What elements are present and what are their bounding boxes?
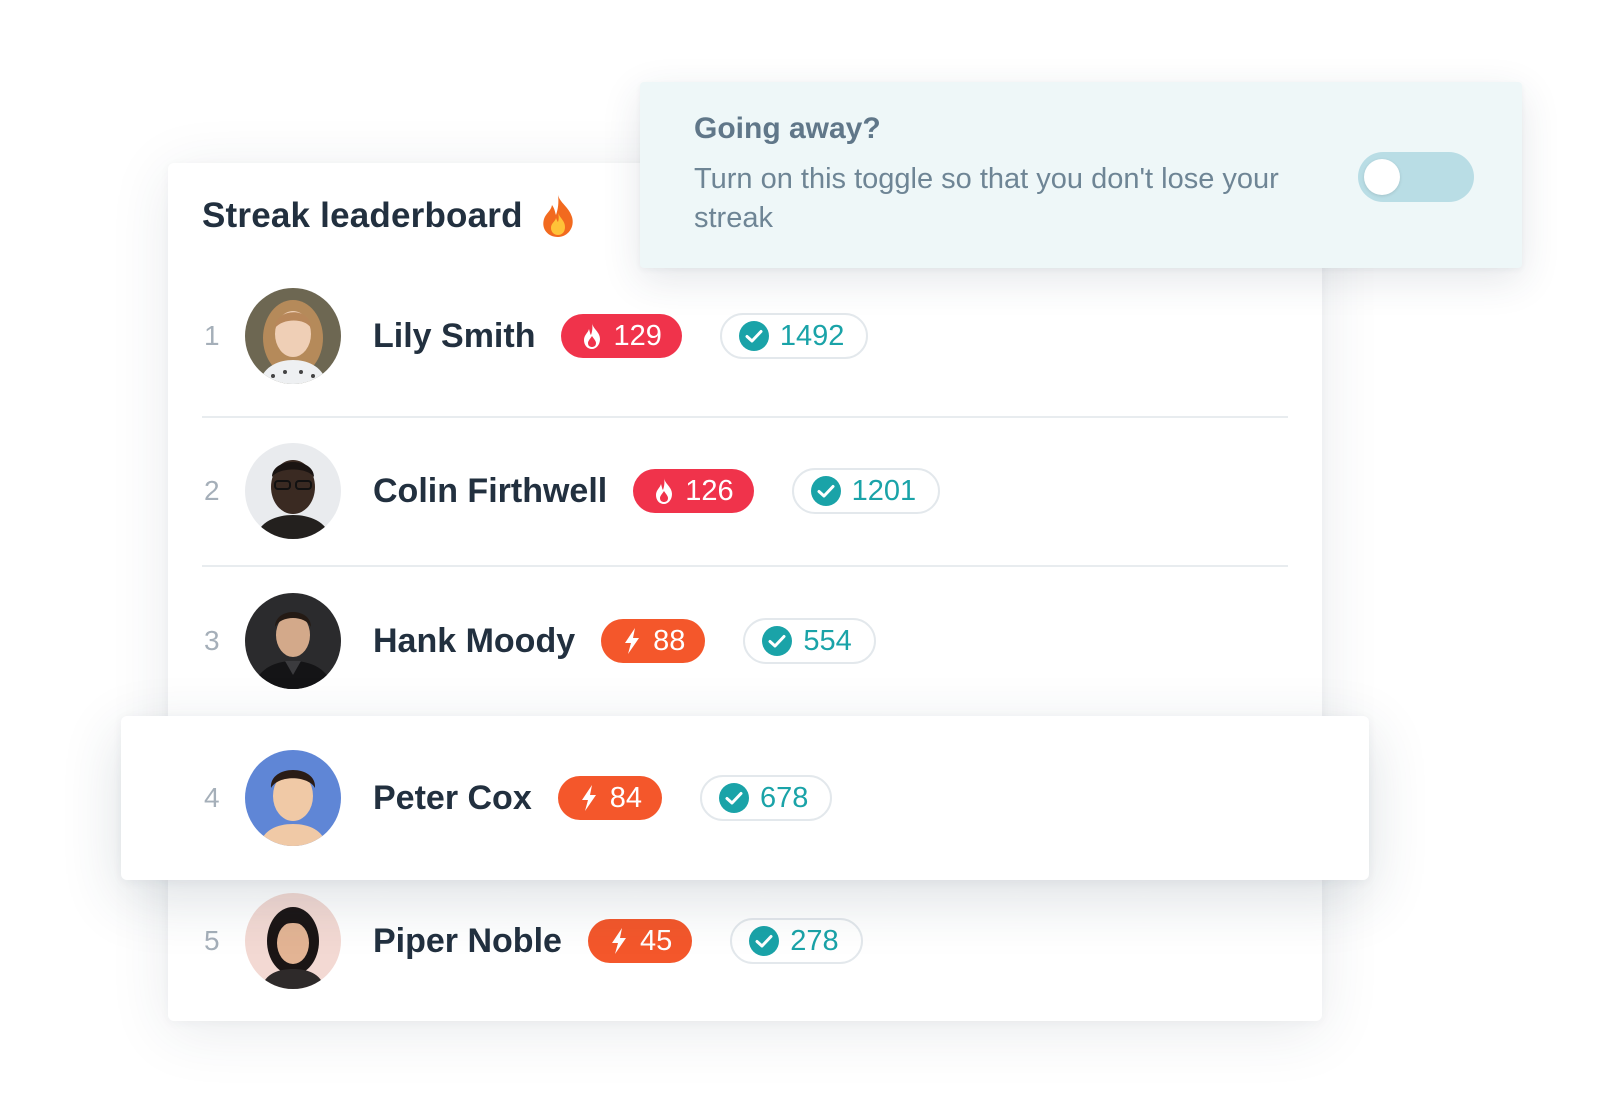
fire-icon [584, 323, 601, 349]
streak-badge: 45 [587, 919, 693, 963]
leaderboard-row-current-user[interactable]: 4 Peter Cox 84 678 [121, 716, 1369, 880]
avatar [245, 593, 341, 689]
check-circle-icon [719, 783, 749, 813]
check-circle-icon [749, 926, 780, 956]
check-circle-icon [762, 626, 793, 656]
bolt-icon [581, 785, 596, 811]
user-name[interactable]: Hank Moody [373, 622, 575, 661]
streak-count: 45 [639, 924, 673, 957]
streak-badge: 88 [601, 619, 706, 663]
streak-count: 129 [613, 319, 662, 352]
streak-badge: 126 [633, 469, 754, 513]
streak-count: 88 [653, 624, 686, 657]
check-circle-icon [810, 476, 841, 506]
check-circle-icon [738, 321, 769, 351]
leaderboard-title: Streak leaderboard [202, 190, 577, 242]
score-count: 278 [790, 924, 839, 957]
avatar [245, 893, 341, 989]
avatar [245, 750, 341, 846]
away-notice-body: Turn on this toggle so that you don't lo… [694, 163, 1279, 234]
row-info: Lily Smith 129 1492 [373, 313, 869, 359]
away-notice-title: Going away? [694, 112, 881, 145]
away-mode-toggle[interactable] [1358, 152, 1474, 202]
score-count: 1492 [779, 319, 845, 352]
score-count: 554 [803, 624, 852, 657]
row-info: Colin Firthwell 126 1201 [373, 468, 941, 514]
user-name[interactable]: Lily Smith [373, 317, 535, 356]
streak-badge: 129 [561, 314, 682, 358]
fire-icon [542, 195, 573, 237]
leaderboard-row[interactable]: 5 Piper Noble 45 278 [168, 866, 1322, 1016]
leaderboard-row[interactable]: 3 Hank Moody 88 554 [168, 566, 1322, 716]
toggle-knob [1364, 159, 1400, 195]
rank-number: 2 [204, 475, 220, 506]
score-count: 678 [760, 781, 809, 814]
score-badge: 1201 [791, 468, 941, 514]
leaderboard-row[interactable]: 1 Lily Smith 129 1492 [168, 261, 1322, 411]
score-count: 1201 [851, 474, 917, 507]
user-name[interactable]: Piper Noble [373, 922, 562, 961]
score-badge: 678 [700, 775, 833, 821]
fire-icon [656, 478, 673, 504]
score-badge: 278 [730, 918, 863, 964]
score-badge: 1492 [719, 313, 869, 359]
user-name[interactable]: Peter Cox [373, 779, 532, 818]
streak-count: 84 [609, 781, 642, 814]
streak-badge: 84 [557, 776, 662, 820]
score-badge: 554 [743, 618, 876, 664]
row-info: Piper Noble 45 278 [373, 918, 863, 964]
bolt-icon [625, 628, 640, 654]
avatar [245, 288, 341, 384]
leaderboard-row[interactable]: 2 Colin Firthwell 126 1201 [168, 416, 1322, 566]
rank-number: 4 [204, 782, 220, 813]
rank-number: 1 [204, 320, 220, 351]
avatar [245, 443, 341, 539]
bolt-icon [611, 928, 626, 954]
user-name[interactable]: Colin Firthwell [373, 472, 607, 511]
streak-count: 126 [685, 474, 734, 507]
rank-number: 5 [204, 925, 220, 956]
away-notice: Going away? Turn on this toggle so that … [640, 82, 1522, 268]
leaderboard-title-text: Streak leaderboard [202, 196, 523, 235]
row-info: Hank Moody 88 554 [373, 618, 876, 664]
rank-number: 3 [204, 625, 220, 656]
row-info: Peter Cox 84 678 [373, 775, 833, 821]
